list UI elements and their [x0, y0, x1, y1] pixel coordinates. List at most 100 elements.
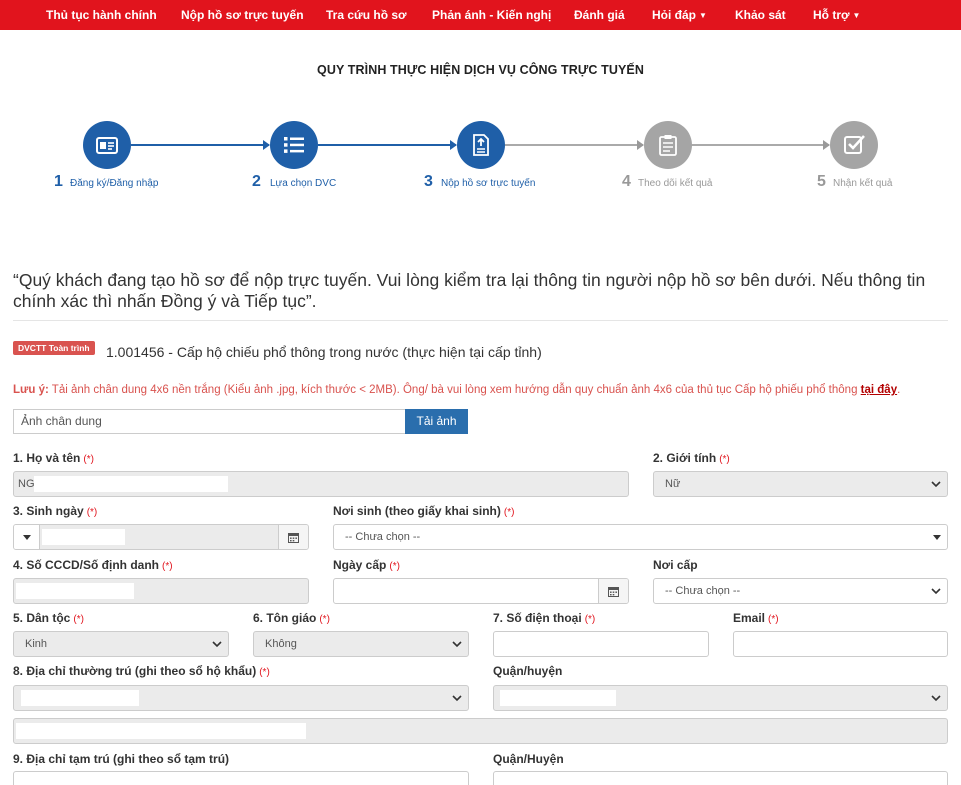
issue-place-value: -- Chưa chọn -- — [665, 585, 741, 597]
arrow-right-icon — [263, 140, 270, 150]
redacted-block — [34, 476, 228, 492]
warning-text: Tải ảnh chân dung 4x6 nền trắng (Kiểu ản… — [48, 384, 861, 396]
step-1-circle — [83, 121, 131, 169]
step-5-circle — [830, 121, 878, 169]
required-mark: (*) — [768, 614, 779, 625]
birthplace-label: Nơi sinh (theo giấy khai sinh) (*) — [333, 504, 514, 518]
chevron-down-icon: ▼ — [699, 11, 707, 20]
top-navigation-bar: Thủ tục hành chính Nộp hồ sơ trực tuyến … — [0, 0, 961, 30]
required-mark: (*) — [584, 614, 596, 625]
religion-value: Không — [265, 638, 297, 650]
nav-tra-cuu-ho-so[interactable]: Tra cứu hồ sơ — [326, 0, 407, 30]
gender-label: 2. Giới tính (*) — [653, 451, 730, 465]
step-1-number: 1 — [54, 173, 63, 190]
nav-ho-tro[interactable]: Hỗ trợ ▼ — [813, 0, 860, 30]
calendar-icon[interactable] — [598, 579, 628, 603]
calendar-icon[interactable] — [278, 525, 308, 549]
document-upload-icon — [473, 134, 489, 156]
ethnicity-label: 5. Dân tộc (*) — [13, 611, 84, 625]
birth-date-label: 3. Sinh ngày (*) — [13, 504, 97, 518]
required-mark: (*) — [719, 454, 730, 465]
arrow-right-icon — [637, 140, 644, 150]
temporary-district-select[interactable] — [493, 771, 948, 785]
required-mark: (*) — [73, 614, 84, 625]
check-square-icon — [844, 135, 865, 154]
issue-date-field[interactable] — [333, 578, 629, 604]
step-connector — [131, 144, 269, 146]
email-label-text: Email — [733, 611, 766, 625]
portrait-photo-input[interactable]: Ảnh chân dung — [13, 409, 405, 434]
temporary-province-select[interactable] — [13, 771, 469, 785]
list-icon — [284, 137, 304, 153]
required-mark: (*) — [162, 561, 173, 572]
caret-down-icon[interactable] — [14, 525, 40, 549]
gender-select[interactable]: Nữ — [653, 471, 948, 497]
chevron-down-icon — [452, 632, 462, 656]
birthplace-select[interactable]: -- Chưa chọn -- — [333, 524, 948, 550]
religion-select[interactable]: Không — [253, 631, 469, 657]
nav-danh-gia[interactable]: Đánh giá — [574, 0, 625, 30]
permanent-address-detail-input[interactable] — [13, 718, 948, 744]
chevron-down-icon — [931, 472, 941, 496]
step-1-label: Đăng ký/Đăng nhập — [70, 178, 159, 189]
step-3-label: Nộp hồ sơ trực tuyến — [441, 178, 536, 189]
issue-place-select[interactable]: -- Chưa chọn -- — [653, 578, 948, 604]
id-number-label-text: 4. Số CCCD/Số định danh — [13, 558, 159, 572]
chevron-down-icon — [931, 579, 941, 603]
required-mark: (*) — [319, 614, 330, 625]
full-name-label: 1. Họ và tên (*) — [13, 451, 94, 465]
step-5-label: Nhận kết quả — [833, 178, 893, 189]
birth-date-label-text: 3. Sinh ngày — [13, 504, 84, 518]
nav-hoi-dap[interactable]: Hỏi đáp ▼ — [652, 0, 707, 30]
clipboard-icon — [659, 135, 677, 156]
step-2-circle — [270, 121, 318, 169]
ethnicity-label-text: 5. Dân tộc — [13, 611, 71, 625]
permanent-district-select[interactable] — [493, 685, 948, 711]
full-name-field[interactable]: NG — [13, 471, 629, 497]
required-mark: (*) — [503, 507, 515, 518]
birth-date-field[interactable] — [13, 524, 309, 550]
ethnicity-select[interactable]: Kinh — [13, 631, 229, 657]
guide-link[interactable]: tại đây — [861, 384, 897, 396]
procedure-name: 1.001456 - Cấp hộ chiếu phổ thông trong … — [106, 344, 542, 360]
redacted-block — [500, 690, 616, 706]
birthplace-value: -- Chưa chọn -- — [345, 531, 421, 543]
photo-warning: Lưu ý: Tải ảnh chân dung 4x6 nền trắng (… — [13, 384, 900, 396]
email-input[interactable] — [733, 631, 948, 657]
id-number-field[interactable] — [13, 578, 309, 604]
permanent-province-select[interactable] — [13, 685, 469, 711]
chevron-down-icon: ▼ — [852, 11, 861, 20]
nav-hoi-dap-label: Hỏi đáp — [652, 8, 696, 22]
birthplace-label-text: Nơi sinh (theo giấy khai sinh) — [333, 504, 501, 518]
permanent-address-label-text: 8. Địa chỉ thường trú (ghi theo sổ hộ kh… — [13, 664, 257, 678]
temporary-address-label: 9. Địa chỉ tạm trú (ghi theo sổ tạm trú) — [13, 752, 230, 766]
chevron-down-icon — [931, 686, 941, 710]
phone-label-text: 7. Số điện thoại — [493, 611, 582, 625]
arrow-right-icon — [823, 140, 830, 150]
nav-khao-sat[interactable]: Khảo sát — [735, 0, 786, 30]
issue-place-label: Nơi cấp — [653, 558, 698, 572]
step-4-number: 4 — [622, 173, 631, 190]
divider — [13, 320, 948, 321]
temporary-district-label: Quận/Huyện — [493, 752, 564, 766]
step-connector — [505, 144, 643, 146]
email-label: Email (*) — [733, 611, 779, 625]
chevron-down-icon — [212, 632, 222, 656]
step-2-label: Lựa chọn DVC — [270, 178, 337, 189]
nav-phan-anh-kien-nghi[interactable]: Phản ánh - Kiến nghị — [432, 0, 551, 30]
ethnicity-value: Kinh — [25, 638, 48, 650]
arrow-right-icon — [450, 140, 457, 150]
procedure-badge: DVCTT Toàn trình — [13, 341, 95, 355]
nav-nop-ho-so-truc-tuyen[interactable]: Nộp hồ sơ trực tuyến — [181, 0, 304, 30]
religion-label: 6. Tôn giáo (*) — [253, 611, 330, 625]
nav-thu-tuc-hanh-chinh[interactable]: Thủ tục hành chính — [46, 0, 157, 30]
upload-photo-button[interactable]: Tải ảnh — [405, 409, 468, 434]
step-4-label: Theo dõi kết quả — [638, 178, 713, 189]
full-name-value: NG — [18, 478, 35, 490]
step-connector — [318, 144, 456, 146]
step-2-number: 2 — [252, 173, 261, 190]
required-mark: (*) — [389, 561, 400, 572]
phone-input[interactable] — [493, 631, 709, 657]
notice-message: “Quý khách đang tạo hồ sơ để nộp trực tu… — [13, 270, 926, 311]
nav-ho-tro-label: Hỗ trợ — [813, 8, 850, 22]
